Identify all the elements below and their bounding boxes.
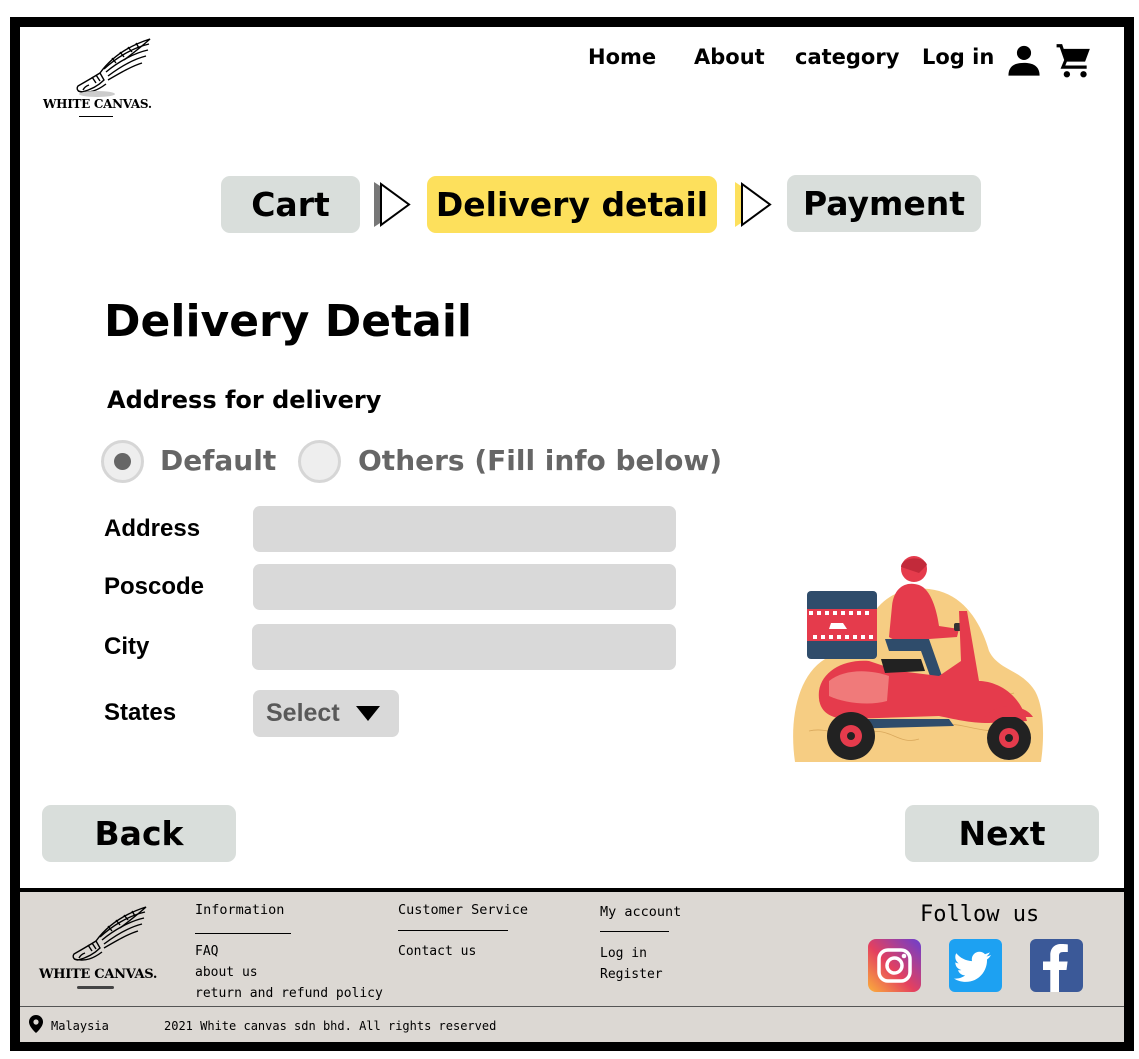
footer-link-faq[interactable]: FAQ [195,944,218,959]
footer-divider [600,931,669,932]
poscode-label: Poscode [104,573,205,600]
nav-login[interactable]: Log in [922,45,994,69]
step-arrow-icon [374,182,411,227]
nav-category[interactable]: category [795,45,899,69]
next-button-label: Next [958,814,1046,853]
winged-shoe-icon [72,906,147,961]
footer-link-refund-policy[interactable]: return and refund policy [195,986,383,1001]
address-section-title: Address for delivery [107,386,382,414]
radio-others[interactable] [298,440,341,483]
city-label: City [104,633,150,660]
brand-logo[interactable]: WHITE CANVAS. [40,36,155,121]
radio-default[interactable] [101,440,144,483]
footer-copyright: 2021 White canvas sdn bhd. All rights re… [164,1019,497,1033]
footer-information-title: Information [195,902,285,918]
radio-default-label[interactable]: Default [160,444,276,477]
dropdown-triangle-icon [356,706,380,721]
radio-others-label[interactable]: Others (Fill info below) [358,444,722,477]
states-select-value: Select [266,699,340,727]
footer-divider [398,930,508,931]
nav-about[interactable]: About [694,45,765,69]
footer-my-account-title: My account [600,904,682,920]
footer-link-register[interactable]: Register [600,967,663,982]
address-label: Address [104,515,201,542]
city-input[interactable] [252,624,676,670]
instagram-icon[interactable] [868,939,921,992]
page-title: Delivery Detail [104,296,473,347]
states-label: States [104,699,177,726]
step-payment-label: Payment [802,184,966,223]
footer-brand-underline [77,986,114,989]
footer-logo[interactable]: WHITE CANVAS. [36,904,158,994]
brand-name: WHITE CANVAS. [43,97,152,111]
back-button[interactable]: Back [42,805,236,862]
next-button[interactable]: Next [905,805,1099,862]
follow-us-heading: Follow us [920,902,1040,927]
footer-customer-service-title: Customer Service [398,902,529,918]
step-arrow-icon [735,182,772,227]
brand-underline [79,116,113,117]
step-delivery-detail[interactable]: Delivery detail [427,176,717,233]
user-icon[interactable] [1007,43,1041,77]
footer-link-about-us[interactable]: about us [195,965,258,980]
step-delivery-detail-label: Delivery detail [435,185,709,224]
footer-link-contact-us[interactable]: Contact us [398,944,476,959]
address-input[interactable] [253,506,676,552]
twitter-icon[interactable] [949,939,1002,992]
footer-divider [20,1006,1124,1007]
footer-divider [195,933,291,934]
footer: WHITE CANVAS. Information FAQ about us r… [20,888,1124,1042]
back-button-label: Back [94,814,184,853]
poscode-input[interactable] [253,564,676,610]
cart-icon[interactable] [1054,41,1094,79]
location-pin-icon [29,1015,43,1033]
footer-location: Malaysia [51,1019,109,1033]
footer-link-login[interactable]: Log in [600,946,647,961]
step-cart[interactable]: Cart [221,176,360,233]
facebook-icon[interactable] [1030,939,1083,992]
delivery-scooter-illustration [793,556,1044,762]
footer-brand-name: WHITE CANVAS. [39,967,158,982]
radio-selected-dot [114,453,131,470]
winged-shoe-icon [76,38,151,97]
step-payment[interactable]: Payment [787,175,981,232]
nav-home[interactable]: Home [588,45,656,69]
states-select[interactable]: Select [253,690,399,737]
step-cart-label: Cart [251,185,330,224]
